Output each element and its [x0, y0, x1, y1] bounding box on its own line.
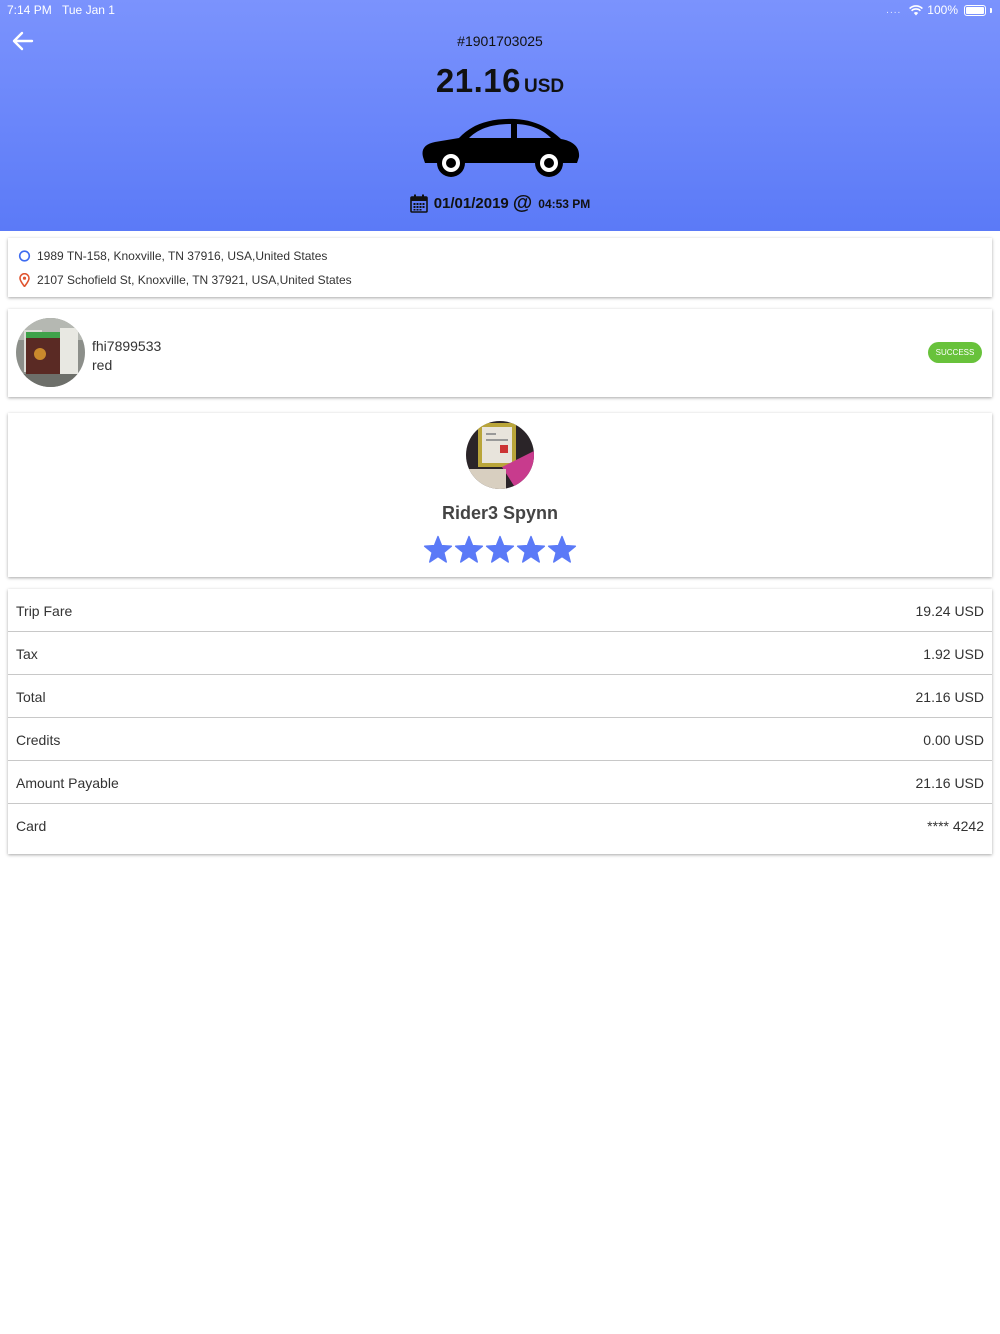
dropoff-address-row: 2107 Schofield St, Knoxville, TN 37921, … [18, 273, 352, 287]
trip-datetime: 01/01/2019 @ 04:53 PM [0, 192, 1000, 215]
fare-value: 21.16 USD [915, 775, 984, 791]
trip-date: 01/01/2019 [433, 195, 509, 212]
trip-time: 04:53 PM [538, 196, 591, 211]
trip-amount: 21.16 [435, 62, 521, 99]
fare-row-total: Total 21.16 USD [8, 675, 992, 718]
fare-label: Tax [16, 646, 38, 662]
calendar-icon [409, 194, 428, 213]
fare-row-tax: Tax 1.92 USD [8, 632, 992, 675]
trip-id: #1901703025 [457, 33, 543, 49]
location-pin-icon [19, 273, 30, 287]
trip-total: 21.16 USD [0, 62, 1000, 100]
fare-value: 1.92 USD [923, 646, 984, 662]
star-icon [454, 535, 484, 563]
status-bar: 7:14 PM Tue Jan 1 .... 100% [0, 0, 1000, 20]
rider-name: Rider3 Spynn [441, 503, 559, 523]
fare-value: **** 4242 [927, 818, 984, 834]
rider-card: Rider3 Spynn [8, 413, 992, 577]
at-sign: @ [512, 192, 533, 214]
fare-label: Total [16, 689, 46, 705]
dropoff-address: 2107 Schofield St, Knoxville, TN 37921, … [37, 273, 352, 287]
status-indicators: .... 100% [886, 3, 992, 17]
star-icon [516, 535, 546, 563]
fare-value: 19.24 USD [915, 603, 984, 619]
pickup-address-row: 1989 TN-158, Knoxville, TN 37916, USA,Un… [18, 249, 327, 263]
star-icon [423, 535, 453, 563]
fare-row-trip-fare: Trip Fare 19.24 USD [8, 589, 992, 632]
status-badge: SUCCESS [928, 342, 982, 363]
fare-label: Amount Payable [16, 775, 119, 791]
pickup-address: 1989 TN-158, Knoxville, TN 37916, USA,Un… [37, 249, 328, 263]
wifi-icon [909, 4, 924, 15]
driver-name: fhi7899533 [92, 338, 162, 354]
status-time: 7:14 PM [7, 3, 52, 17]
trip-header: 7:14 PM Tue Jan 1 .... 100% #1901703025 … [0, 0, 1000, 231]
car-icon [422, 118, 580, 177]
star-icon [547, 535, 577, 563]
rating-stars [423, 535, 579, 565]
battery-percent: 100% [927, 3, 958, 17]
fare-breakdown: Trip Fare 19.24 USD Tax 1.92 USD Total 2… [8, 589, 992, 854]
fare-label: Trip Fare [16, 603, 73, 619]
fare-value: 21.16 USD [915, 689, 984, 705]
rider-avatar [466, 421, 534, 489]
driver-card: fhi7899533 red SUCCESS [8, 309, 992, 397]
fare-label: Card [16, 818, 47, 834]
driver-car: red [92, 357, 113, 373]
fare-row-amount-payable: Amount Payable 21.16 USD [8, 761, 992, 804]
driver-avatar [16, 318, 85, 387]
star-icon [485, 535, 515, 563]
pickup-circle-icon [18, 250, 31, 262]
signal-icon: .... [886, 4, 902, 16]
fare-row-credits: Credits 0.00 USD [8, 718, 992, 761]
fare-row-card: Card **** 4242 [8, 804, 992, 847]
trip-currency: USD [523, 76, 565, 97]
address-card: 1989 TN-158, Knoxville, TN 37916, USA,Un… [8, 238, 992, 297]
fare-value: 0.00 USD [923, 732, 984, 748]
status-date: Tue Jan 1 [62, 3, 115, 17]
battery-tip [990, 7, 992, 13]
fare-label: Credits [16, 732, 61, 748]
battery-icon [964, 4, 986, 16]
